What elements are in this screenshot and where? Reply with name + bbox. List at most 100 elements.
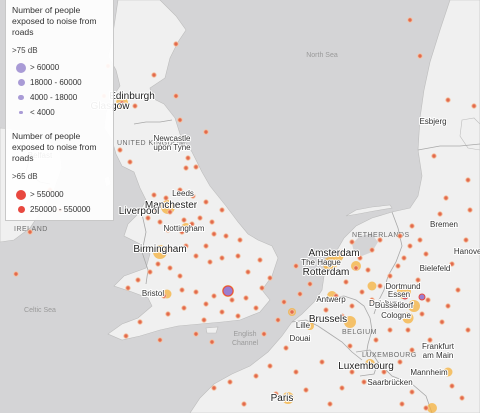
noise-marker[interactable] — [173, 93, 179, 99]
noise-marker[interactable] — [177, 117, 183, 123]
noise-marker[interactable] — [409, 347, 415, 353]
noise-marker[interactable] — [157, 219, 163, 225]
noise-marker[interactable] — [419, 311, 425, 317]
noise-marker[interactable] — [423, 251, 429, 257]
noise-marker[interactable] — [207, 259, 213, 265]
noise-marker[interactable] — [177, 273, 183, 279]
noise-marker[interactable] — [117, 147, 123, 153]
noise-marker[interactable] — [373, 337, 379, 343]
noise-marker[interactable] — [151, 72, 157, 78]
noise-marker[interactable] — [361, 379, 367, 385]
noise-marker[interactable] — [407, 17, 413, 23]
noise-marker[interactable] — [289, 309, 295, 315]
noise-marker[interactable] — [201, 317, 207, 323]
noise-marker[interactable] — [395, 263, 401, 269]
noise-marker[interactable] — [327, 401, 333, 407]
noise-marker[interactable] — [237, 237, 243, 243]
noise-marker[interactable] — [167, 265, 173, 271]
noise-marker[interactable] — [307, 281, 313, 287]
noise-marker[interactable] — [193, 331, 199, 337]
noise-marker[interactable] — [241, 401, 247, 407]
noise-marker[interactable] — [471, 103, 477, 109]
noise-marker[interactable] — [423, 405, 429, 411]
noise-marker[interactable] — [137, 319, 143, 325]
noise-marker[interactable] — [183, 165, 189, 171]
noise-marker[interactable] — [235, 313, 241, 319]
noise-marker[interactable] — [465, 327, 471, 333]
noise-marker[interactable] — [303, 387, 309, 393]
noise-marker[interactable] — [193, 164, 199, 170]
noise-marker[interactable] — [463, 237, 469, 243]
noise-marker[interactable] — [211, 231, 217, 237]
noise-marker[interactable] — [211, 293, 217, 299]
noise-marker[interactable] — [123, 333, 129, 339]
noise-marker[interactable] — [197, 215, 203, 221]
noise-marker[interactable] — [243, 295, 249, 301]
noise-marker[interactable] — [449, 261, 455, 267]
noise-marker[interactable] — [323, 307, 329, 313]
noise-marker[interactable] — [445, 97, 451, 103]
noise-marker[interactable] — [267, 275, 273, 281]
noise-marker[interactable] — [259, 285, 265, 291]
noise-marker[interactable] — [459, 395, 465, 401]
noise-marker-high[interactable] — [418, 293, 426, 301]
noise-marker[interactable] — [293, 263, 299, 269]
noise-marker[interactable] — [399, 401, 405, 407]
noise-marker[interactable] — [353, 265, 359, 271]
noise-marker[interactable] — [219, 207, 225, 213]
noise-marker[interactable] — [443, 195, 449, 201]
noise-marker[interactable] — [13, 271, 19, 277]
noise-marker[interactable] — [349, 239, 355, 245]
noise-marker[interactable] — [261, 331, 267, 337]
noise-marker[interactable] — [401, 255, 407, 261]
noise-marker[interactable] — [409, 223, 415, 229]
noise-marker[interactable] — [223, 233, 229, 239]
noise-marker[interactable] — [179, 287, 185, 293]
noise-marker[interactable] — [297, 291, 303, 297]
noise-marker[interactable] — [125, 285, 131, 291]
noise-marker[interactable] — [181, 305, 187, 311]
noise-marker[interactable] — [229, 297, 235, 303]
noise-marker[interactable] — [267, 363, 273, 369]
noise-marker[interactable] — [181, 217, 187, 223]
noise-marker-high[interactable] — [222, 285, 234, 297]
noise-marker[interactable] — [203, 301, 209, 307]
noise-marker[interactable] — [203, 243, 209, 249]
noise-marker[interactable] — [347, 343, 353, 349]
noise-marker[interactable] — [211, 385, 217, 391]
noise-marker[interactable] — [349, 303, 355, 309]
noise-marker[interactable] — [132, 103, 138, 109]
noise-marker[interactable] — [203, 129, 209, 135]
noise-marker[interactable] — [449, 383, 455, 389]
noise-marker[interactable] — [409, 389, 415, 395]
noise-marker[interactable] — [319, 359, 325, 365]
noise-marker[interactable] — [209, 339, 215, 345]
noise-marker[interactable] — [387, 273, 393, 279]
noise-marker[interactable] — [417, 237, 423, 243]
noise-marker[interactable] — [365, 267, 371, 273]
noise-marker[interactable] — [283, 345, 289, 351]
noise-marker[interactable] — [293, 369, 299, 375]
noise-marker[interactable] — [339, 385, 345, 391]
noise-marker[interactable] — [397, 359, 403, 365]
noise-marker[interactable] — [465, 177, 471, 183]
noise-marker[interactable] — [155, 261, 161, 267]
noise-marker[interactable] — [209, 219, 215, 225]
noise-marker[interactable] — [369, 247, 375, 253]
noise-marker[interactable] — [377, 283, 383, 289]
noise-marker[interactable] — [425, 297, 431, 303]
noise-marker[interactable] — [257, 257, 263, 263]
noise-marker[interactable] — [165, 311, 171, 317]
noise-marker[interactable] — [219, 255, 225, 261]
noise-marker[interactable] — [275, 317, 281, 323]
legend-panel[interactable]: Number of people exposed to noise from r… — [5, 0, 114, 221]
noise-marker[interactable] — [439, 319, 445, 325]
noise-marker[interactable] — [127, 159, 133, 165]
noise-marker[interactable] — [445, 303, 451, 309]
noise-marker[interactable] — [405, 327, 411, 333]
noise-marker[interactable] — [193, 253, 199, 259]
noise-marker[interactable] — [437, 211, 443, 217]
noise-marker[interactable] — [135, 277, 141, 283]
noise-marker[interactable] — [359, 289, 365, 295]
noise-marker[interactable] — [193, 289, 199, 295]
